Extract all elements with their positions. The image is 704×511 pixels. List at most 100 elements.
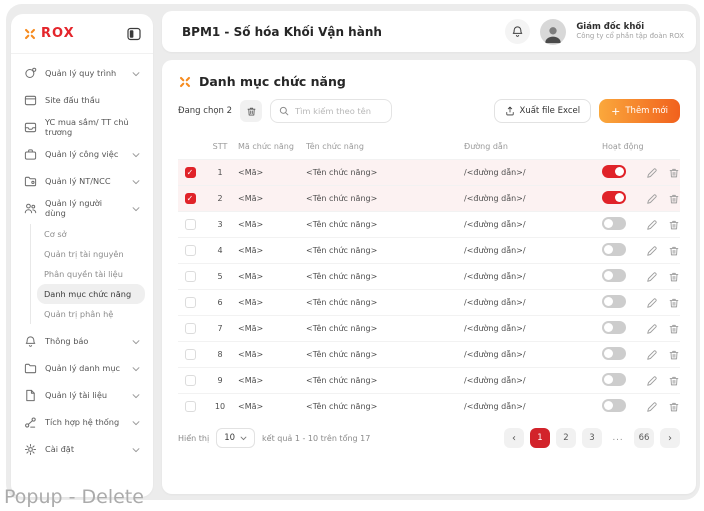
delete-icon[interactable] — [668, 375, 680, 387]
logo-row: ROX — [11, 14, 153, 54]
edit-icon[interactable] — [646, 297, 658, 309]
gear-icon — [24, 443, 37, 456]
pagination-next[interactable]: › — [660, 428, 680, 448]
search-box[interactable] — [270, 99, 392, 123]
sidebar-item[interactable]: Cài đặt — [19, 436, 145, 463]
sidebar-item[interactable]: Tích hợp hệ thống — [19, 409, 145, 436]
search-input[interactable] — [295, 106, 383, 116]
table-row: 8<Mã><Tên chức năng>/<đường dẫn>/ — [178, 341, 680, 367]
sidebar-subitem[interactable]: Danh mục chức năng — [37, 284, 145, 304]
delete-icon[interactable] — [668, 323, 680, 335]
pagination-page[interactable]: 3 — [582, 428, 602, 448]
active-toggle[interactable] — [602, 165, 626, 178]
sidebar-subitem[interactable]: Quản trị phân hệ — [37, 304, 145, 324]
row-checkbox[interactable] — [185, 323, 196, 334]
cell-code: <Mã> — [238, 220, 306, 229]
edit-icon[interactable] — [646, 167, 658, 179]
pagination-prev[interactable]: ‹ — [504, 428, 524, 448]
cell-name: <Tên chức năng> — [306, 402, 464, 411]
sidebar-item[interactable]: YC mua sắm/ TT chủ trương — [19, 114, 145, 141]
table-body: ✓1<Mã><Tên chức năng>/<đường dẫn>/✓2<Mã>… — [178, 159, 680, 419]
sidebar-subitem[interactable]: Phân quyền tài liệu — [37, 264, 145, 284]
sidebar-item[interactable]: Quản lý người dùng — [19, 195, 145, 222]
pagination-page[interactable]: 2 — [556, 428, 576, 448]
row-checkbox[interactable] — [185, 219, 196, 230]
bulk-delete-button[interactable] — [240, 100, 262, 122]
add-label: Thêm mới — [625, 106, 668, 116]
pagination: ‹123...66› — [504, 428, 680, 448]
edit-icon[interactable] — [646, 349, 658, 361]
row-checkbox[interactable]: ✓ — [185, 167, 196, 178]
delete-icon[interactable] — [668, 167, 680, 179]
active-toggle[interactable] — [602, 399, 626, 412]
delete-icon[interactable] — [668, 297, 680, 309]
sidebar-subitem[interactable]: Cơ sở — [37, 224, 145, 244]
export-excel-button[interactable]: Xuất file Excel — [494, 99, 592, 123]
cell-name: <Tên chức năng> — [306, 168, 464, 177]
delete-icon[interactable] — [668, 271, 680, 283]
logo-text: ROX — [41, 26, 75, 41]
chevron-down-icon — [132, 392, 140, 400]
table-row: ✓2<Mã><Tên chức năng>/<đường dẫn>/ — [178, 185, 680, 211]
sidebar-item-label: Quản lý danh mục — [45, 364, 120, 373]
cell-code: <Mã> — [238, 272, 306, 281]
sidebar-item[interactable]: Quản lý quy trình — [19, 60, 145, 87]
edit-icon[interactable] — [646, 245, 658, 257]
edit-icon[interactable] — [646, 323, 658, 335]
sidebar-item[interactable]: Site đấu thầu — [19, 87, 145, 114]
active-toggle[interactable] — [602, 373, 626, 386]
sidebar-item[interactable]: Quản lý tài liệu — [19, 382, 145, 409]
col-stt: STT — [202, 142, 238, 151]
delete-icon[interactable] — [668, 245, 680, 257]
cell-stt: 7 — [202, 324, 238, 333]
active-toggle[interactable] — [602, 191, 626, 204]
avatar[interactable] — [540, 19, 566, 45]
cell-code: <Mã> — [238, 168, 306, 177]
pagination-page[interactable]: 1 — [530, 428, 550, 448]
add-new-button[interactable]: + Thêm mới — [599, 99, 680, 123]
row-checkbox[interactable]: ✓ — [185, 193, 196, 204]
cell-stt: 1 — [202, 168, 238, 177]
edit-icon[interactable] — [646, 219, 658, 231]
sidebar-collapse-icon[interactable] — [127, 27, 141, 41]
row-checkbox[interactable] — [185, 349, 196, 360]
row-checkbox[interactable] — [185, 401, 196, 412]
sidebar-item[interactable]: Thông báo — [19, 328, 145, 355]
bell-icon — [24, 335, 37, 348]
cell-stt: 5 — [202, 272, 238, 281]
pagination-page[interactable]: 66 — [634, 428, 654, 448]
row-checkbox[interactable] — [185, 271, 196, 282]
active-toggle[interactable] — [602, 269, 626, 282]
cell-stt: 2 — [202, 194, 238, 203]
row-checkbox[interactable] — [185, 297, 196, 308]
selected-count: Đang chọn 2 — [178, 106, 232, 116]
page-title: BPM1 - Số hóa Khối Vận hành — [182, 25, 382, 39]
edit-icon[interactable] — [646, 375, 658, 387]
delete-icon[interactable] — [668, 349, 680, 361]
sidebar-item[interactable]: Quản lý công việc — [19, 141, 145, 168]
chevron-down-icon — [132, 151, 140, 159]
cell-path: /<đường dẫn>/ — [464, 402, 602, 411]
active-toggle[interactable] — [602, 295, 626, 308]
delete-icon[interactable] — [668, 193, 680, 205]
edit-icon[interactable] — [646, 271, 658, 283]
section-title: Danh mục chức năng — [199, 74, 346, 89]
row-checkbox[interactable] — [185, 245, 196, 256]
delete-icon[interactable] — [668, 219, 680, 231]
active-toggle[interactable] — [602, 217, 626, 230]
delete-icon[interactable] — [668, 401, 680, 413]
active-toggle[interactable] — [602, 347, 626, 360]
sidebar-subitem[interactable]: Quản trị tài nguyên — [37, 244, 145, 264]
sidebar-item[interactable]: Quản lý danh mục — [19, 355, 145, 382]
export-icon — [505, 106, 515, 116]
edit-icon[interactable] — [646, 193, 658, 205]
col-name: Tên chức năng — [306, 142, 464, 151]
page-size-select[interactable]: 10 — [216, 428, 255, 448]
row-checkbox[interactable] — [185, 375, 196, 386]
table-row: 4<Mã><Tên chức năng>/<đường dẫn>/ — [178, 237, 680, 263]
active-toggle[interactable] — [602, 321, 626, 334]
notification-bell-button[interactable] — [505, 19, 530, 44]
active-toggle[interactable] — [602, 243, 626, 256]
sidebar-item[interactable]: Quản lý NT/NCC — [19, 168, 145, 195]
edit-icon[interactable] — [646, 401, 658, 413]
